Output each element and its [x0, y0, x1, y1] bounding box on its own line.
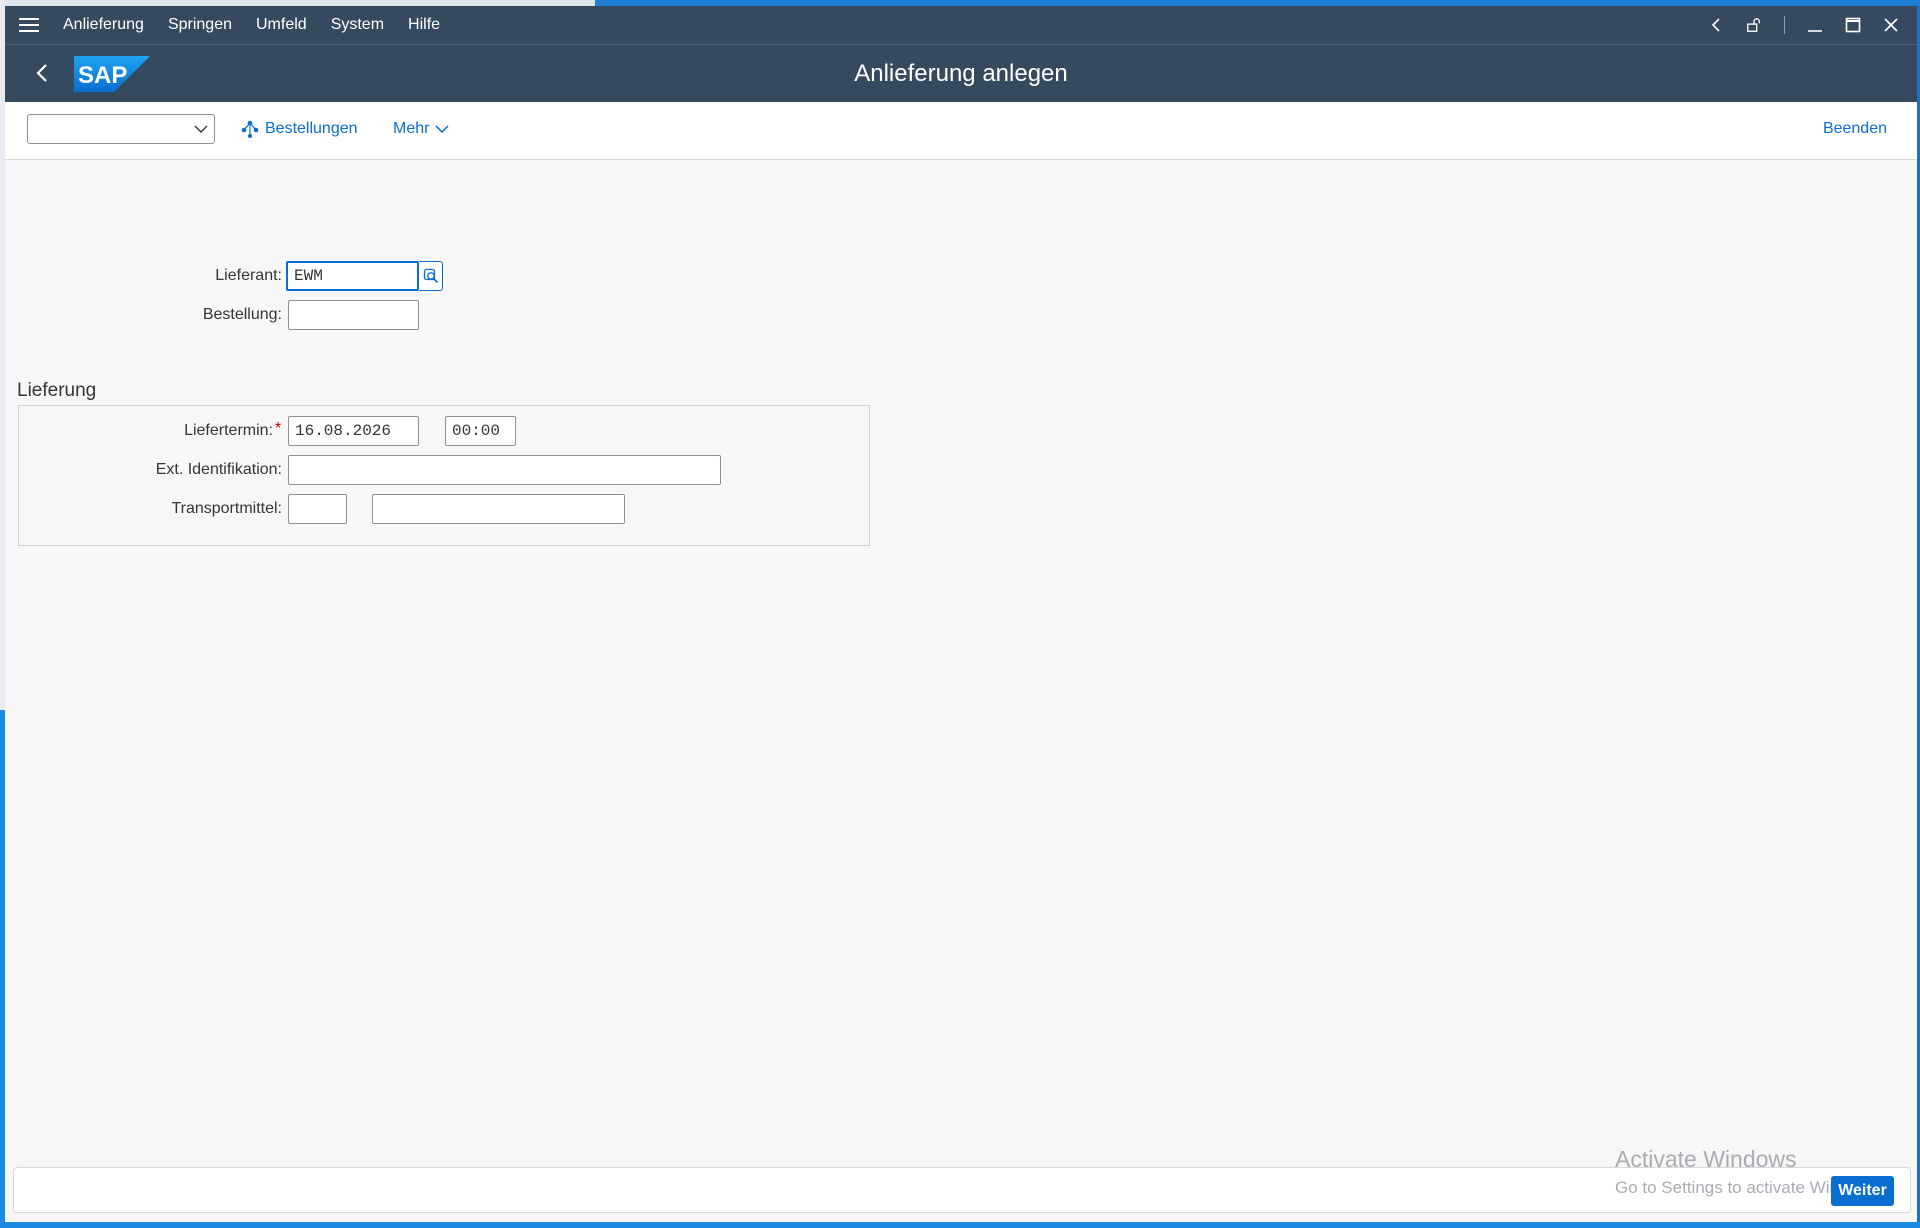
chevron-left-icon[interactable]: [1708, 17, 1724, 33]
orders-button-label: Bestellungen: [265, 120, 358, 137]
value-help-button[interactable]: [419, 261, 443, 291]
sap-gui-window: Anlieferung Springen Umfeld System Hilfe: [5, 6, 1920, 1222]
transport-description-input[interactable]: [372, 494, 625, 524]
continue-button[interactable]: Weiter: [1831, 1176, 1894, 1206]
hamburger-menu-icon[interactable]: [19, 18, 39, 32]
page-title: Anlieferung anlegen: [854, 60, 1068, 87]
back-arrow-icon[interactable]: [31, 61, 55, 85]
exit-button[interactable]: Beenden: [1823, 120, 1887, 138]
sap-logo: SAP: [74, 56, 150, 92]
more-button-label: Mehr: [393, 120, 430, 137]
maximize-icon[interactable]: [1845, 17, 1861, 33]
order-label: Bestellung:: [202, 306, 282, 323]
menu-item-umfeld[interactable]: Umfeld: [256, 16, 307, 34]
orders-button[interactable]: Bestellungen: [241, 120, 358, 138]
sap-logo-text: SAP: [78, 62, 127, 89]
search-help-icon: [423, 268, 438, 284]
close-icon[interactable]: [1883, 17, 1899, 33]
order-input[interactable]: [288, 300, 419, 330]
menu-item-springen[interactable]: Springen: [168, 16, 232, 34]
menu-bar: Anlieferung Springen Umfeld System Hilfe: [5, 6, 1917, 44]
more-menu-button[interactable]: Mehr: [393, 120, 449, 138]
unlock-icon[interactable]: [1746, 17, 1762, 33]
menu-item-anlieferung[interactable]: Anlieferung: [63, 16, 144, 34]
window-controls: [1708, 6, 1899, 44]
transaction-code-dropdown[interactable]: [27, 114, 215, 144]
hierarchy-icon: [241, 120, 259, 138]
delivery-section-title: Lieferung: [17, 380, 97, 401]
window-controls-divider: [1784, 16, 1785, 34]
delivery-time-input[interactable]: 00:00: [445, 416, 516, 446]
chevron-down-icon: [435, 125, 449, 134]
delivery-date-input[interactable]: 16.08.2026: [288, 416, 419, 446]
shell-header: SAP Anlieferung anlegen: [5, 44, 1917, 102]
chevron-down-icon: [194, 125, 208, 133]
supplier-label: Lieferant:: [215, 267, 282, 284]
exit-button-label: Beenden: [1822, 120, 1887, 137]
external-id-input[interactable]: [288, 455, 721, 485]
activate-windows-title: Activate Windows: [1615, 1146, 1797, 1172]
external-id-label: Ext. Identifikation:: [155, 461, 282, 478]
minimize-icon[interactable]: [1807, 17, 1823, 33]
transport-code-input[interactable]: [288, 494, 347, 524]
transport-label: Transportmittel:: [171, 500, 282, 517]
menu-item-hilfe[interactable]: Hilfe: [408, 16, 440, 34]
application-toolbar: Bestellungen Mehr Beenden: [5, 102, 1917, 160]
supplier-input[interactable]: EWM: [286, 261, 419, 291]
required-marker: *: [275, 420, 282, 437]
delivery-date-label: Liefertermin:: [184, 422, 273, 439]
menu-item-system[interactable]: System: [331, 16, 384, 34]
